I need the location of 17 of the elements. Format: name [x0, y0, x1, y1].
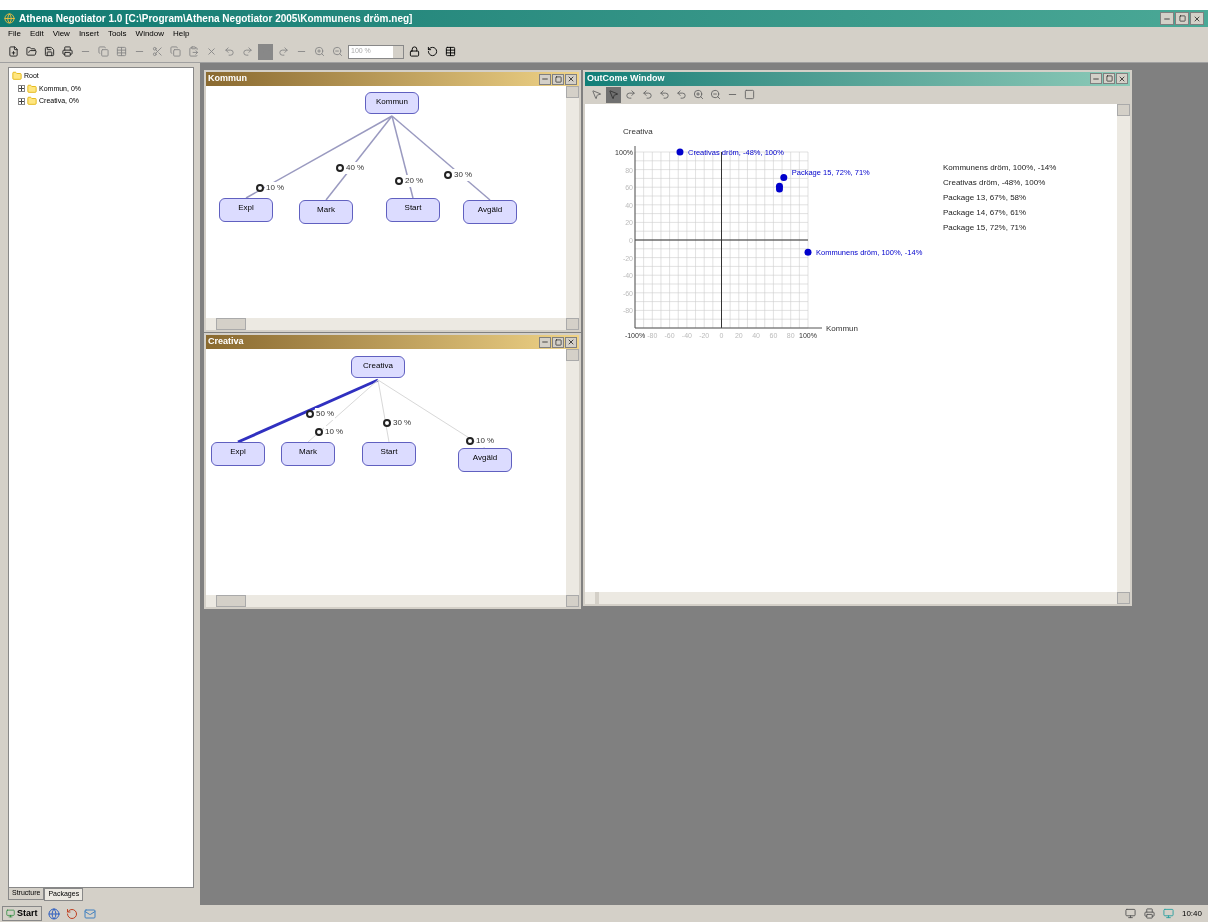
window-title: Athena Negotiator 1.0 [C:\Program\Athena Negotiator 2005\Kommunens dröm.neg] — [19, 12, 413, 26]
clock: 10:40 — [1181, 907, 1202, 920]
weight-label: 10 % — [475, 435, 496, 447]
axis-title: Creativa — [623, 127, 653, 136]
outcome-entry: Package 13, 67%, 58% — [943, 192, 1028, 204]
weight-label: 50 % — [315, 408, 336, 420]
outcome-entry: Package 15, 72%, 71% — [943, 222, 1028, 234]
outcome-entry: Creativas dröm, -48%, 100% — [943, 177, 1047, 189]
outcome-entry: Kommunens dröm, 100%, -14% — [943, 162, 1057, 174]
outcome-entry: Package 14, 67%, 61% — [943, 207, 1028, 219]
window-title: OutCome Window — [587, 72, 665, 85]
window-title: Kommun — [208, 72, 247, 86]
weight-label: 20 % — [404, 175, 425, 187]
weight-label: 30 % — [453, 169, 474, 181]
window-title: Creativa — [208, 335, 244, 349]
weight-label: 40 % — [345, 162, 366, 174]
axis-title: Kommun — [826, 324, 858, 333]
